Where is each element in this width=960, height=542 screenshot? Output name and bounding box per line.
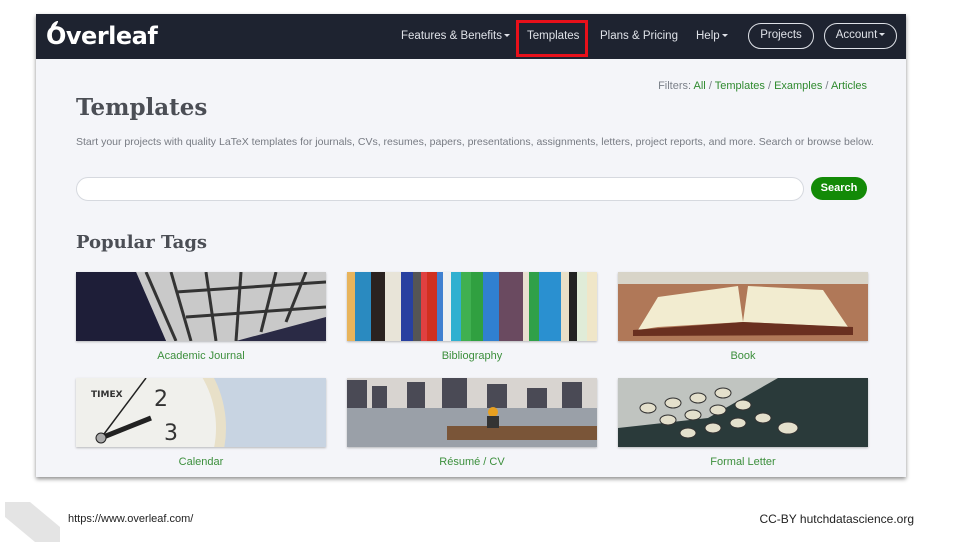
navbar: Overleaf Features & Benefits Templates P… bbox=[36, 14, 906, 59]
account-button[interactable]: Account bbox=[824, 23, 897, 49]
search-input[interactable] bbox=[76, 177, 804, 201]
page-title: Templates bbox=[76, 94, 208, 121]
page-description: Start your projects with quality LaTeX t… bbox=[76, 136, 874, 148]
leaf-icon bbox=[50, 21, 58, 34]
projects-button[interactable]: Projects bbox=[748, 23, 814, 49]
footer-credit: CC-BY hutchdatascience.org bbox=[759, 512, 914, 526]
tag-label[interactable]: Calendar bbox=[76, 456, 326, 468]
filter-all[interactable]: All bbox=[694, 80, 706, 92]
bibliography-image[interactable] bbox=[347, 272, 597, 341]
academic-journal-image[interactable] bbox=[76, 272, 326, 341]
filter-articles[interactable]: Articles bbox=[831, 80, 867, 92]
caret-down-icon bbox=[504, 34, 510, 38]
templates-highlight-box bbox=[516, 20, 588, 57]
book-image[interactable] bbox=[618, 272, 868, 341]
nav-features-label: Features & Benefits bbox=[401, 30, 502, 42]
filters-bar: Filters: All / Templates / Examples / Ar… bbox=[658, 80, 867, 92]
filter-templates[interactable]: Templates bbox=[715, 80, 765, 92]
tag-card-resume-cv[interactable]: Résumé / CV bbox=[347, 378, 597, 468]
nav-help[interactable]: Help bbox=[696, 14, 728, 59]
tag-label[interactable]: Résumé / CV bbox=[347, 456, 597, 468]
tag-card-formal-letter[interactable]: Formal Letter bbox=[618, 378, 868, 468]
separator: / bbox=[767, 80, 771, 92]
calendar-image[interactable]: TIMEX 2 3 bbox=[76, 378, 326, 447]
nav-features-benefits[interactable]: Features & Benefits bbox=[401, 14, 510, 59]
tag-label[interactable]: Academic Journal bbox=[76, 350, 326, 362]
formal-letter-image[interactable] bbox=[618, 378, 868, 447]
svg-text:2: 2 bbox=[154, 387, 168, 412]
filters-label: Filters: bbox=[658, 80, 692, 92]
tag-card-book[interactable]: Book bbox=[618, 272, 868, 362]
footer-url: https://www.overleaf.com/ bbox=[68, 513, 194, 525]
nav-plans-label: Plans & Pricing bbox=[600, 30, 678, 42]
resume-cv-image[interactable] bbox=[347, 378, 597, 447]
tag-label[interactable]: Book bbox=[618, 350, 868, 362]
separator: / bbox=[825, 80, 829, 92]
nav-help-label: Help bbox=[696, 30, 720, 42]
caret-down-icon bbox=[879, 33, 886, 37]
caret-down-icon bbox=[721, 34, 728, 38]
account-label: Account bbox=[835, 29, 878, 41]
svg-text:TIMEX: TIMEX bbox=[91, 390, 123, 400]
svg-text:3: 3 bbox=[164, 421, 178, 446]
overleaf-logo[interactable]: Overleaf bbox=[46, 20, 158, 52]
tag-label[interactable]: Formal Letter bbox=[618, 456, 868, 468]
nav-plans-pricing[interactable]: Plans & Pricing bbox=[600, 14, 678, 59]
search-button[interactable]: Search bbox=[811, 177, 867, 200]
logo-text: Overleaf bbox=[46, 22, 158, 50]
tag-label[interactable]: Bibliography bbox=[347, 350, 597, 362]
projects-label: Projects bbox=[760, 29, 802, 41]
tag-card-calendar[interactable]: TIMEX 2 3 Calendar bbox=[76, 378, 326, 468]
tag-card-bibliography[interactable]: Bibliography bbox=[347, 272, 597, 362]
browser-screenshot: Overleaf Features & Benefits Templates P… bbox=[36, 14, 906, 477]
filter-examples[interactable]: Examples bbox=[774, 80, 822, 92]
corner-decoration-icon bbox=[5, 502, 60, 542]
separator: / bbox=[708, 80, 712, 92]
popular-tags-heading: Popular Tags bbox=[76, 232, 208, 253]
tag-card-academic-journal[interactable]: Academic Journal bbox=[76, 272, 326, 362]
